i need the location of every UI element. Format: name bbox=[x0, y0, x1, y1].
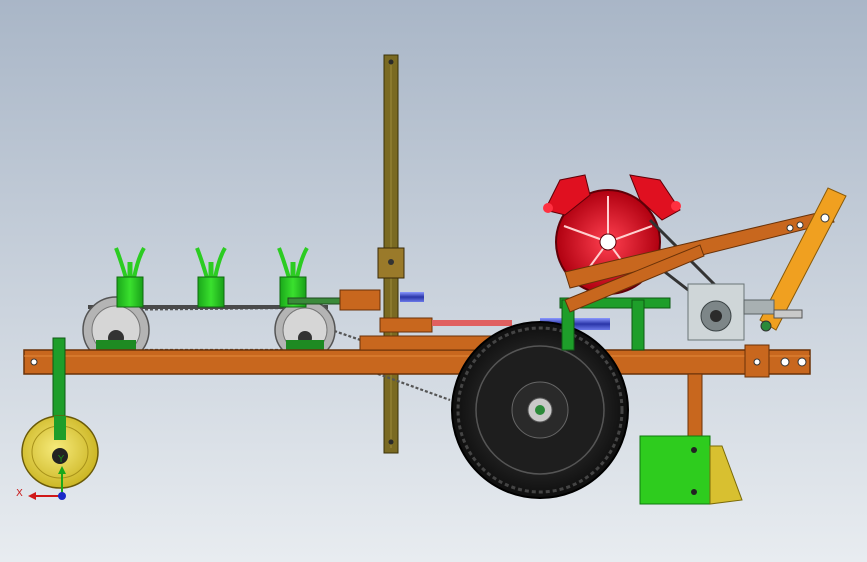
triad-x-label: X bbox=[16, 488, 23, 499]
triad-y-label: Y bbox=[57, 454, 65, 465]
transplanter-assembly-drawing: X Y bbox=[0, 0, 867, 562]
front-gauge-wheel bbox=[21, 415, 99, 489]
drive-wheel bbox=[451, 321, 629, 499]
cad-viewport[interactable]: X Y bbox=[0, 0, 867, 562]
rear-support-leg bbox=[687, 373, 703, 437]
